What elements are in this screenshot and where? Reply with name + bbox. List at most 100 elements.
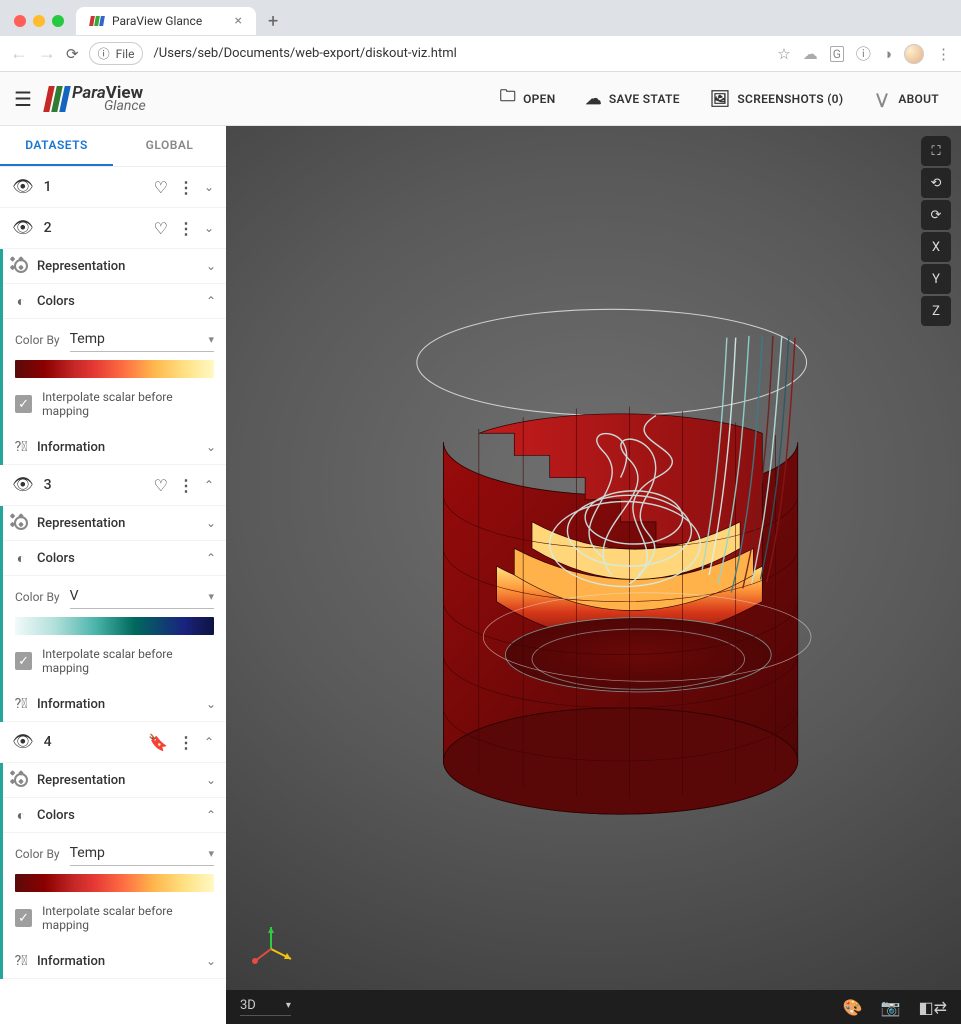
- about-button[interactable]: ABOUT: [865, 84, 947, 114]
- rotate-ccw-button[interactable]: ⟲: [921, 168, 951, 198]
- back-button[interactable]: ←: [10, 43, 28, 64]
- dropdown-icon: ▾: [286, 1000, 291, 1011]
- dataset-row[interactable]: 👁 3 ♡ ⋮ ⌃: [0, 465, 226, 506]
- close-window-icon[interactable]: [14, 15, 26, 27]
- information-header[interactable]: ?⃝ Information ⌄: [3, 430, 226, 465]
- new-tab-button[interactable]: +: [262, 11, 284, 32]
- colorby-select[interactable]: V ▾: [70, 584, 214, 609]
- minimize-window-icon[interactable]: [33, 15, 45, 27]
- representation-title: Representation: [37, 516, 198, 531]
- ext-icon-2[interactable]: ⓘ: [856, 43, 871, 64]
- colors-header[interactable]: ◐ Colors ⌃: [3, 284, 226, 319]
- chevron-down-icon[interactable]: ⌄: [204, 221, 214, 235]
- more-icon[interactable]: ⋮: [178, 733, 194, 752]
- information-header[interactable]: ?⃝ Information ⌄: [3, 687, 226, 722]
- colorby-select[interactable]: Temp ▾: [70, 841, 214, 866]
- more-icon[interactable]: ⋮: [178, 178, 194, 197]
- info-icon: ⓘ: [98, 45, 110, 62]
- window-controls[interactable]: [8, 15, 70, 27]
- chevron-down-icon[interactable]: ⌄: [206, 516, 216, 530]
- color-gradient[interactable]: [15, 874, 214, 892]
- help-icon: ?⃝: [13, 439, 29, 455]
- dataset-row[interactable]: 👁 1 ♡ ⋮ ⌄: [0, 167, 226, 208]
- bookmark-icon[interactable]: ♡: [154, 219, 168, 238]
- tab-datasets[interactable]: DATASETS: [0, 126, 113, 166]
- colorby-select[interactable]: Temp ▾: [70, 327, 214, 352]
- axis-y-button[interactable]: Y: [921, 264, 951, 294]
- open-button[interactable]: 🗀 OPEN: [492, 79, 564, 118]
- more-icon[interactable]: ⋮: [178, 476, 194, 495]
- dataset-row[interactable]: 👁 2 ♡ ⋮ ⌄: [0, 208, 226, 249]
- color-gradient[interactable]: [15, 360, 214, 378]
- chevron-down-icon[interactable]: ⌄: [204, 180, 214, 194]
- bookmark-icon[interactable]: ♡: [154, 476, 168, 495]
- bookmark-icon[interactable]: ♡: [154, 178, 168, 197]
- dataset-row[interactable]: 👁 4 🔖 ⋮ ⌃: [0, 722, 226, 763]
- interpolate-checkbox[interactable]: ✓: [15, 652, 32, 670]
- visibility-icon[interactable]: 👁: [12, 475, 34, 495]
- profile-avatar-icon[interactable]: [904, 44, 924, 64]
- more-icon[interactable]: ⋮: [178, 219, 194, 238]
- reload-button[interactable]: ⟳: [66, 45, 79, 63]
- representation-title: Representation: [37, 773, 198, 788]
- file-origin-chip[interactable]: ⓘ File: [89, 42, 144, 65]
- interpolate-label: Interpolate scalar before mapping: [42, 390, 214, 418]
- open-label: OPEN: [523, 92, 555, 106]
- 3d-viewport[interactable]: ⛶ ⟲ ⟳ X Y Z 3D ▾ 🎨 📷 ◧⇄: [226, 126, 961, 1024]
- chevron-up-icon[interactable]: ⌃: [206, 551, 216, 565]
- dataset-panel: Representation ⌄ ◐ Colors ⌃ Color By V ▾: [0, 506, 226, 722]
- browser-menu-icon[interactable]: ⋮: [936, 45, 951, 63]
- url-text[interactable]: /Users/seb/Documents/web-export/diskout-…: [153, 46, 767, 61]
- chevron-up-icon[interactable]: ⌃: [204, 735, 214, 749]
- camera-icon[interactable]: 📷: [881, 998, 901, 1017]
- representation-header[interactable]: Representation ⌄: [3, 506, 226, 541]
- color-gradient[interactable]: [15, 617, 214, 635]
- colors-header[interactable]: ◐ Colors ⌃: [3, 541, 226, 576]
- representation-header[interactable]: Representation ⌄: [3, 763, 226, 798]
- save-state-button[interactable]: ☁ SAVE STATE: [578, 83, 688, 114]
- visibility-icon[interactable]: 👁: [12, 732, 34, 752]
- visibility-icon[interactable]: 👁: [12, 218, 34, 238]
- chevron-down-icon[interactable]: ⌄: [206, 440, 216, 454]
- split-view-icon[interactable]: ◧⇄: [918, 998, 947, 1017]
- dropdown-icon: ▾: [208, 590, 214, 603]
- chevron-down-icon[interactable]: ⌄: [206, 259, 216, 273]
- chevron-down-icon[interactable]: ⌄: [206, 773, 216, 787]
- palette-icon[interactable]: 🎨: [843, 998, 863, 1017]
- save-state-label: SAVE STATE: [609, 92, 680, 106]
- information-header[interactable]: ?⃝ Information ⌄: [3, 944, 226, 979]
- tab-favicon-icon: [90, 14, 104, 28]
- ext-icon-3[interactable]: ◑: [883, 45, 892, 63]
- chevron-up-icon[interactable]: ⌃: [204, 478, 214, 492]
- file-label: File: [116, 47, 135, 61]
- ext-icon-1[interactable]: G: [830, 46, 844, 62]
- fullscreen-button[interactable]: ⛶: [921, 136, 951, 166]
- star-icon[interactable]: ☆: [777, 45, 790, 63]
- bookmark-icon[interactable]: 🔖: [148, 733, 168, 752]
- screenshots-button[interactable]: 🖼 SCREENSHOTS (0): [702, 83, 852, 114]
- menu-button[interactable]: ☰: [14, 87, 32, 111]
- help-icon: ?⃝: [13, 696, 29, 712]
- view-toolbar: ⛶ ⟲ ⟳ X Y Z: [921, 136, 951, 326]
- chevron-down-icon[interactable]: ⌄: [206, 954, 216, 968]
- chevron-down-icon[interactable]: ⌄: [206, 697, 216, 711]
- chevron-up-icon[interactable]: ⌃: [206, 808, 216, 822]
- rotate-cw-button[interactable]: ⟳: [921, 200, 951, 230]
- chevron-up-icon[interactable]: ⌃: [206, 294, 216, 308]
- browser-tab[interactable]: ParaView Glance ×: [76, 7, 256, 35]
- view-mode-select[interactable]: 3D ▾: [240, 998, 291, 1016]
- interpolate-checkbox[interactable]: ✓: [15, 395, 32, 413]
- colors-header[interactable]: ◐ Colors ⌃: [3, 798, 226, 833]
- representation-header[interactable]: Representation ⌄: [3, 249, 226, 284]
- tab-close-icon[interactable]: ×: [235, 13, 242, 29]
- tab-global[interactable]: GLOBAL: [113, 126, 226, 166]
- axis-x-button[interactable]: X: [921, 232, 951, 262]
- forward-button[interactable]: →: [38, 43, 56, 64]
- cloud-icon[interactable]: ☁: [803, 45, 818, 63]
- interpolate-checkbox[interactable]: ✓: [15, 909, 32, 927]
- visibility-icon[interactable]: 👁: [12, 177, 34, 197]
- dropdown-icon: ▾: [208, 333, 214, 346]
- axis-z-button[interactable]: Z: [921, 296, 951, 326]
- dropdown-icon: ▾: [208, 847, 214, 860]
- maximize-window-icon[interactable]: [52, 15, 64, 27]
